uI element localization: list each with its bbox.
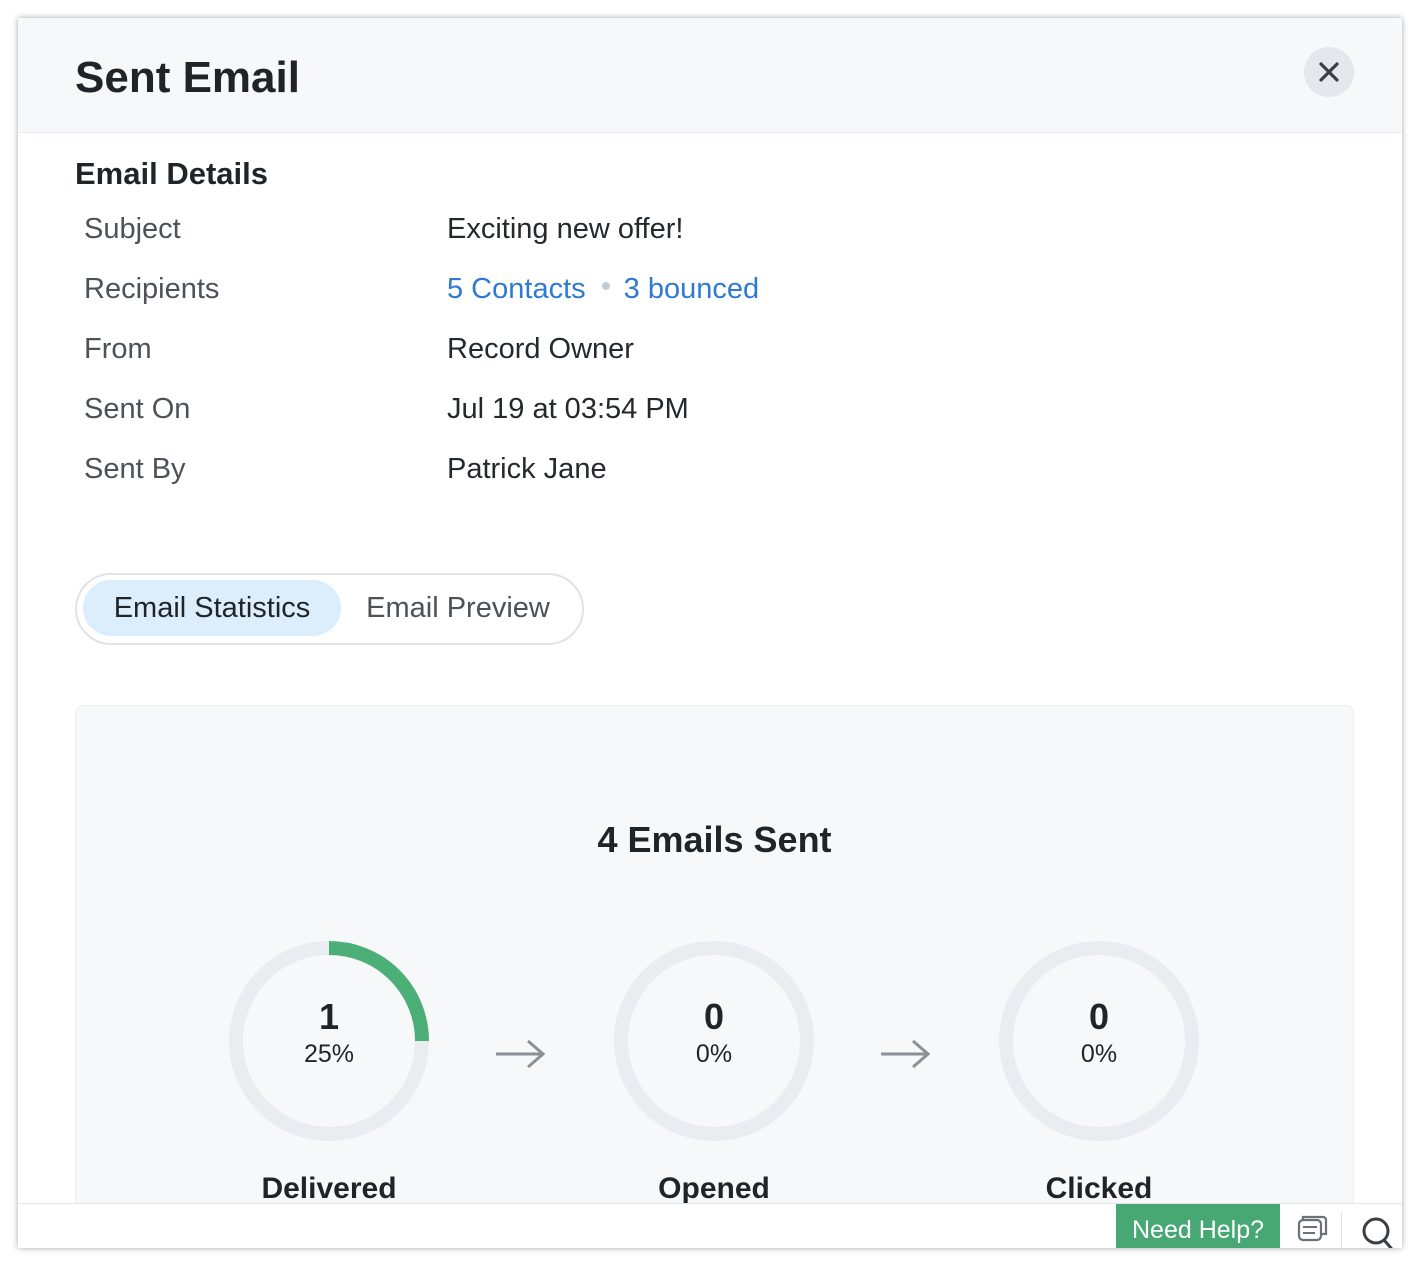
- chat-icon: [1297, 1215, 1328, 1242]
- delivered-ring: 1 25%: [227, 939, 431, 1143]
- arrow-right-icon: [496, 1039, 546, 1069]
- from-label: From: [84, 333, 152, 365]
- email-statistics-panel: 4 Emails Sent 1 25% Delivered 0 0% Opene…: [75, 705, 1354, 1248]
- delivered-count: 1: [318, 996, 340, 1037]
- sent-email-modal: Sent Email Email Details Subject Excitin…: [18, 18, 1402, 1248]
- recipients-label: Recipients: [84, 273, 220, 305]
- from-value: Record Owner: [447, 333, 634, 365]
- subject-label: Subject: [84, 213, 181, 245]
- opened-label: Opened: [658, 1172, 770, 1205]
- detail-row-from: From Record Owner: [84, 329, 1084, 369]
- help-footer-bar: Need Help?: [18, 1203, 1402, 1248]
- separator-dot: [601, 282, 610, 291]
- sent-by-label: Sent By: [84, 453, 186, 485]
- need-help-button[interactable]: Need Help?: [1116, 1204, 1280, 1248]
- sent-on-label: Sent On: [84, 393, 191, 425]
- search-icon: [1362, 1217, 1393, 1248]
- clicked-count: 0: [1088, 996, 1110, 1037]
- close-icon: [1319, 62, 1339, 82]
- footer-divider: [1341, 1212, 1342, 1248]
- chat-button[interactable]: [1282, 1204, 1342, 1248]
- detail-row-recipients: Recipients 5 Contacts 3 bounced: [84, 269, 1084, 309]
- recipients-value: 5 Contacts 3 bounced: [447, 269, 759, 309]
- detail-row-sent-on: Sent On Jul 19 at 03:54 PM: [84, 389, 1084, 429]
- opened-ring: 0 0%: [612, 939, 816, 1143]
- view-toggle: Email Statistics Email Preview: [75, 573, 584, 645]
- modal-header: Sent Email: [18, 18, 1402, 133]
- sent-on-value: Jul 19 at 03:54 PM: [447, 393, 689, 425]
- email-details-heading: Email Details: [75, 156, 268, 191]
- delivered-percent: 25%: [303, 1040, 355, 1068]
- contacts-link[interactable]: 5 Contacts: [447, 273, 586, 305]
- detail-row-sent-by: Sent By Patrick Jane: [84, 449, 1084, 489]
- tab-email-preview[interactable]: Email Preview: [347, 580, 569, 636]
- close-button[interactable]: [1304, 47, 1354, 97]
- clicked-percent: 0%: [1080, 1040, 1118, 1068]
- delivered-label: Delivered: [261, 1172, 397, 1205]
- modal-title: Sent Email: [75, 53, 300, 102]
- emails-sent-title: 4 Emails Sent: [597, 819, 832, 860]
- arrow-right-icon: [881, 1039, 931, 1069]
- subject-value: Exciting new offer!: [447, 213, 684, 245]
- detail-row-subject: Subject Exciting new offer!: [84, 209, 1084, 249]
- bounced-link[interactable]: 3 bounced: [624, 273, 759, 305]
- search-button[interactable]: [1344, 1204, 1402, 1248]
- clicked-ring: 0 0%: [997, 939, 1201, 1143]
- opened-count: 0: [703, 996, 725, 1037]
- opened-percent: 0%: [695, 1040, 733, 1068]
- sent-by-value: Patrick Jane: [447, 453, 607, 485]
- tab-email-statistics[interactable]: Email Statistics: [83, 580, 341, 636]
- clicked-label: Clicked: [1045, 1172, 1153, 1205]
